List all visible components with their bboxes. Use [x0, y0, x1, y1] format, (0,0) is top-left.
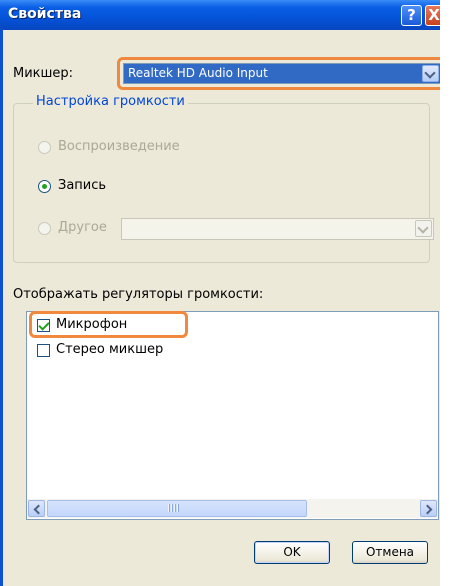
scroll-thumb[interactable] — [47, 500, 307, 517]
close-button[interactable]: X — [425, 5, 440, 26]
controls-label: Отображать регуляторы громкости: — [13, 287, 264, 302]
properties-dialog: Свойства ? X Микшер: Realtek HD Audio In… — [0, 0, 440, 586]
scroll-right-icon[interactable] — [420, 500, 437, 517]
help-icon: ? — [407, 6, 416, 24]
radio-recording[interactable] — [38, 180, 51, 193]
scroll-left-icon[interactable] — [28, 500, 45, 517]
mixer-label: Микшер: — [13, 66, 74, 81]
title-bar[interactable]: Свойства ? X — [0, 0, 440, 30]
chevron-down-icon[interactable] — [422, 65, 439, 82]
radio-playback[interactable] — [38, 141, 51, 154]
mixer-selected-value: Realtek HD Audio Input — [128, 66, 268, 80]
close-icon: X — [428, 6, 440, 24]
cancel-button[interactable]: Отмена — [352, 541, 428, 564]
radio-other[interactable] — [38, 222, 51, 235]
ok-button[interactable]: OK — [254, 541, 330, 564]
window-border — [0, 30, 3, 586]
radio-recording-label: Запись — [58, 178, 107, 193]
grip-icon — [168, 504, 180, 512]
other-device-select[interactable] — [121, 218, 434, 240]
radio-other-label: Другое — [58, 220, 107, 235]
window-title: Свойства — [8, 6, 82, 22]
volume-settings-title: Настройка громкости — [33, 94, 188, 109]
chevron-down-icon[interactable] — [415, 220, 432, 237]
microphone-highlight — [29, 311, 188, 338]
radio-playback-label: Воспроизведение — [58, 139, 180, 154]
stereo-mix-label: Стерео микшер — [56, 342, 164, 357]
help-button[interactable]: ? — [401, 5, 422, 26]
horizontal-scrollbar[interactable] — [27, 499, 438, 518]
mixer-select[interactable]: Realtek HD Audio Input — [123, 63, 440, 84]
checkbox-stereo-mix[interactable] — [37, 344, 50, 357]
